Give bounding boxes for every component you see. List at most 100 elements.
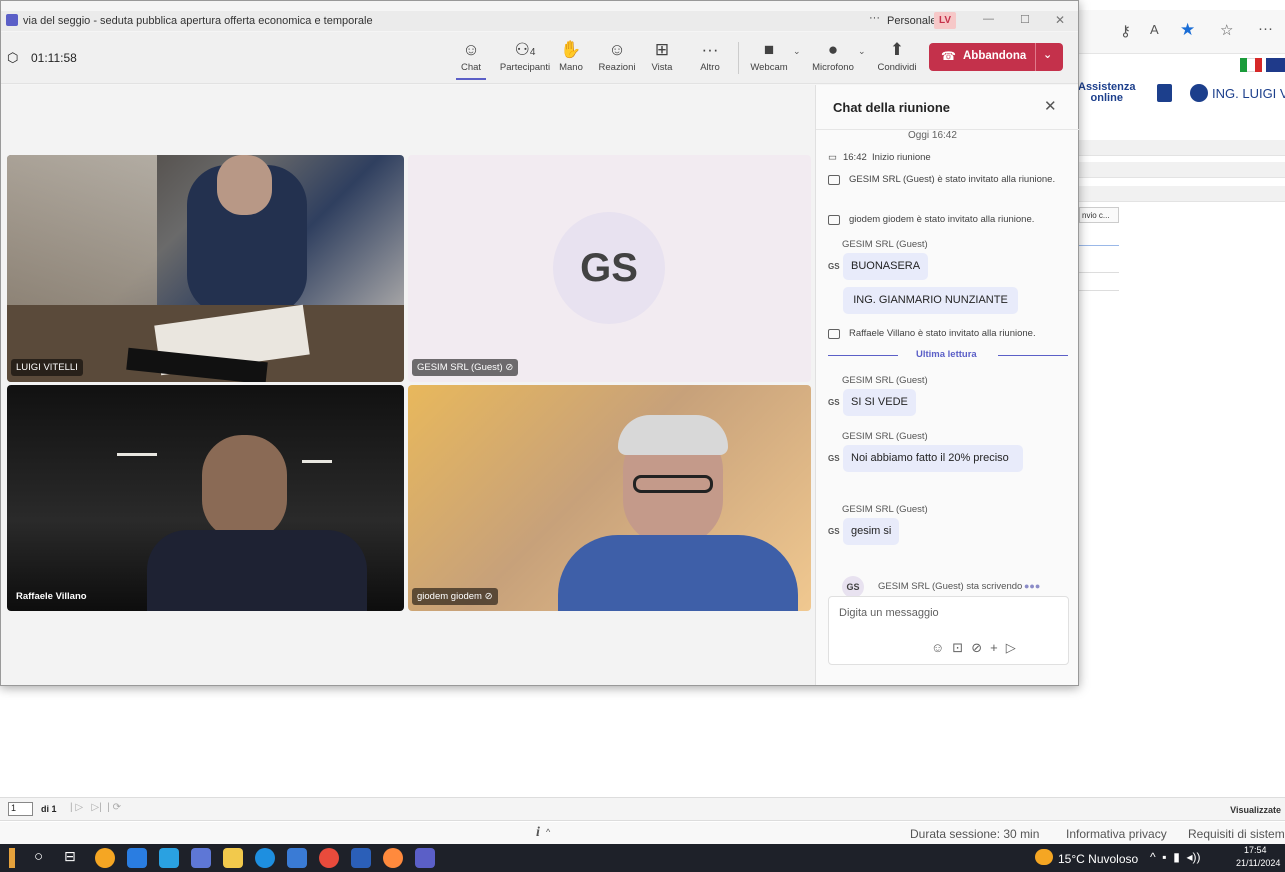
key-icon[interactable]: ⚷ [1120,22,1131,40]
chat-button[interactable]: ☺ Chat [456,40,486,80]
session-duration: Durata sessione: 30 min [910,827,1040,841]
webcam-label: Webcam [750,62,788,73]
invite-icon [828,215,846,229]
hang-up-icon: ☎ [941,49,956,63]
more-icon[interactable]: ··· [1258,20,1273,37]
flag-it-icon[interactable] [1240,58,1262,72]
video-tile[interactable]: Raffaele Villano [7,385,404,611]
app-icon[interactable] [191,848,211,868]
chat-message[interactable]: BUONASERA [843,253,929,280]
emoji-icon[interactable]: ☺ [931,640,952,655]
more-options-icon[interactable]: ··· [869,12,880,24]
sticker-icon[interactable]: ⊡ [952,640,971,655]
participants-button[interactable]: ⚇4 Partecipanti [495,40,555,73]
video-tile[interactable]: giodem giodem ⊘ [408,385,811,611]
mail-icon[interactable] [159,848,179,868]
tray-icons[interactable]: ^ ▪ ▮ ◂)) [1150,850,1201,864]
leave-label: Abbandona [963,50,1027,62]
send-icon[interactable]: ▷ [1006,640,1024,655]
weather-icon[interactable] [1035,849,1053,865]
divider [738,42,739,74]
user-icon[interactable] [1190,84,1208,102]
chat-label: Chat [460,62,482,73]
store-icon[interactable] [127,848,147,868]
pager-bar: 1 di 1 | ▷ ▷| | ⟳ Visualizzate [0,797,1285,821]
sender-avatar: GS [828,454,840,463]
composer-actions[interactable]: ☺⊡⊘+▷ [931,640,1024,656]
glasses [633,475,713,493]
webcam-button[interactable]: ■ Webcam [749,40,789,73]
raise-hand-button[interactable]: ✋ Mano [557,40,585,73]
chrome-icon[interactable] [319,848,339,868]
avatar[interactable]: LV [934,12,956,29]
sender-avatar: GS [828,527,840,536]
message-sender: GESIM SRL (Guest) [842,504,928,515]
window-title: via del seggio - seduta pubblica apertur… [23,15,373,27]
header-row [1075,162,1285,178]
chat-message[interactable]: Noi abbiamo fatto il 20% preciso [843,445,1023,472]
document-icon[interactable] [1157,84,1172,102]
maximize-button[interactable]: ☐ [1020,13,1030,26]
favorite-star-icon[interactable]: ★ [1180,20,1195,40]
info-icon[interactable]: i [536,825,540,841]
participant-name-text: GESIM SRL (Guest) [417,362,503,373]
sender-avatar: GS [828,398,840,407]
clock-date[interactable]: 21/11/2024 [1236,858,1280,868]
reactions-button[interactable]: ☺ Reazioni [597,40,637,73]
accent-icon [9,848,15,868]
share-button[interactable]: ⬆ Condividi [874,40,920,73]
plus-icon[interactable]: + [990,640,1006,655]
weather-text[interactable]: 15°C Nuvoloso [1058,852,1138,866]
page-input[interactable]: 1 [8,802,33,816]
attach-icon[interactable]: ⊘ [971,640,990,655]
clock-time[interactable]: 17:54 [1244,845,1267,855]
close-button[interactable]: ✕ [1055,13,1065,27]
firefox-icon[interactable] [383,848,403,868]
meeting-toolbar: ⬡ 01:11:58 ☺ Chat ⚇4 Partecipanti ✋ Mano… [1,32,1078,84]
view-button[interactable]: ⊞ Vista [647,40,677,73]
close-icon[interactable]: ✕ [1044,97,1057,115]
chevron-up-icon[interactable]: ^ [546,827,550,837]
word-icon[interactable] [351,848,371,868]
typing-dots-icon: ●●● [1024,581,1041,591]
message-sender: GESIM SRL (Guest) [842,375,928,386]
hand-icon: ✋ [560,40,582,59]
user-name[interactable]: ING. LUIGI VI [1212,86,1285,101]
requirements-link[interactable]: Requisiti di sistem [1188,827,1285,841]
privacy-link[interactable]: Informativa privacy [1066,827,1167,841]
shield-icon: ⬡ [7,50,19,65]
chat-message[interactable]: ING. GIANMARIO NUNZIANTE [843,287,1018,314]
teams-icon[interactable] [415,848,435,868]
read-aloud-icon[interactable]: A [1150,22,1159,37]
leave-button[interactable]: ☎ Abbandona ⌄ [929,43,1063,71]
ellipsis-icon: ··· [701,40,719,59]
edge-icon[interactable] [255,848,275,868]
calculator-icon[interactable] [287,848,307,868]
chevron-down-icon[interactable]: ⌄ [793,46,801,57]
message-input[interactable]: Digita un messaggio [839,607,939,619]
microphone-button[interactable]: ● Microfono [811,40,855,73]
app-icon[interactable] [95,848,115,868]
search-icon[interactable]: ○ [34,848,43,865]
microphone-icon: ● [827,40,839,59]
chat-message[interactable]: gesim si [843,518,900,545]
more-button[interactable]: ··· Altro [695,40,725,73]
divider [1035,43,1036,71]
minimize-button[interactable]: — [983,13,994,25]
table-column-header[interactable]: nvio c... [1079,207,1119,223]
profile-label[interactable]: Personale [887,15,937,27]
flag-uk-icon[interactable] [1266,58,1285,72]
favorites-icon[interactable]: ☆ [1220,21,1233,39]
pager-next-icon[interactable]: | ▷ ▷| | ⟳ [70,802,121,813]
task-view-icon[interactable]: ⊟ [64,848,76,865]
typing-indicator: GESIM SRL (Guest) sta scrivendo [878,581,1023,592]
system-text: GESIM SRL (Guest) è stato invitato alla … [849,174,1056,185]
chevron-down-icon[interactable]: ⌄ [858,46,866,57]
video-tile[interactable]: LUIGI VITELLI [7,155,404,382]
online-label[interactable]: online [1078,93,1135,104]
video-tile[interactable]: GS GESIM SRL (Guest) ⊘ [408,155,811,382]
folder-icon[interactable] [223,848,243,868]
chat-message[interactable]: SI SI VEDE [843,389,916,416]
chevron-down-icon[interactable]: ⌄ [1043,48,1052,61]
message-composer[interactable]: Digita un messaggio ☺⊡⊘+▷ [828,596,1069,665]
